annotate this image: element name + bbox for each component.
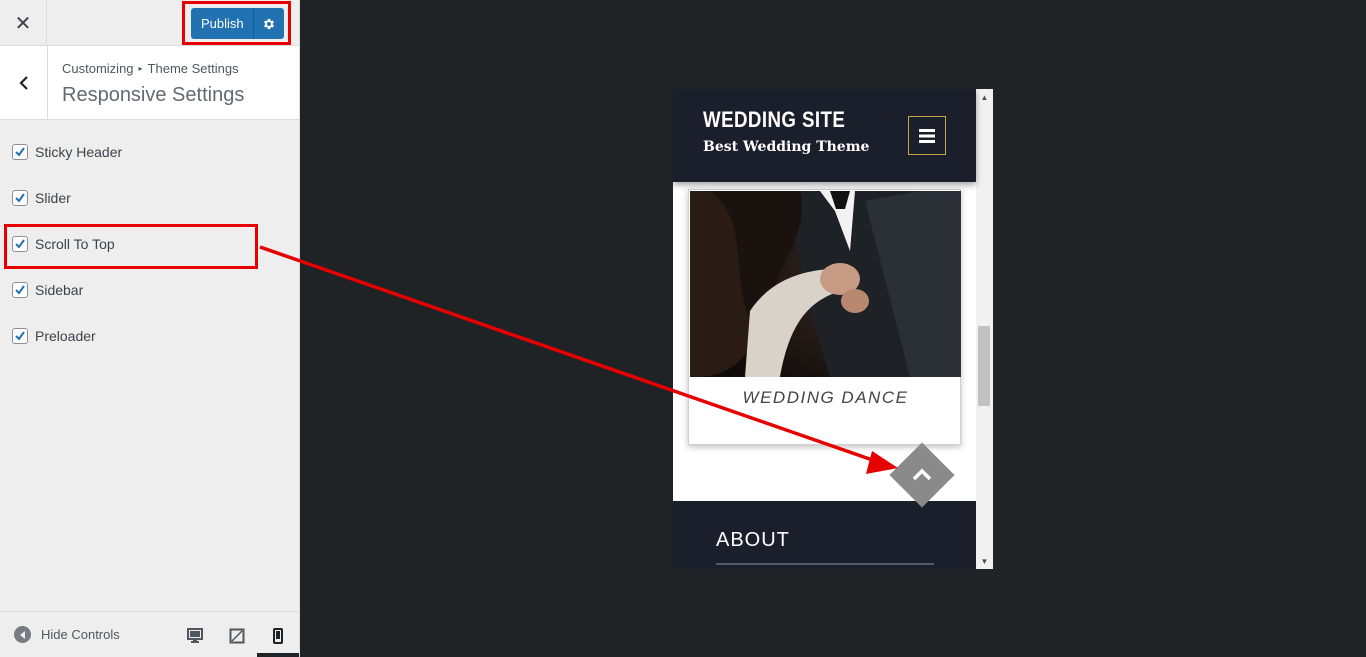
customizer-footer: Hide Controls [0, 611, 299, 657]
site-tagline: Best Wedding Theme [703, 139, 870, 155]
hide-controls-button[interactable]: Hide Controls [14, 626, 120, 643]
customizer-header: ✕ Publish [0, 0, 299, 46]
breadcrumb: Customizing ▸ Theme Settings [62, 61, 239, 76]
option-sticky-header[interactable]: Sticky Header [12, 142, 122, 162]
mobile-icon[interactable] [268, 626, 288, 646]
about-underline [716, 563, 934, 565]
menu-button[interactable] [908, 116, 946, 155]
close-button[interactable]: ✕ [0, 0, 47, 46]
option-preloader[interactable]: Preloader [12, 326, 96, 346]
breadcrumb-arrow-icon: ▸ [138, 64, 143, 73]
section-title: Responsive Settings [62, 84, 245, 106]
collapse-icon [14, 626, 31, 643]
checkbox-slider[interactable] [12, 190, 28, 206]
close-icon: ✕ [14, 12, 32, 35]
gallery-card[interactable]: WEDDING DANCE [688, 189, 961, 445]
option-label: Preloader [35, 328, 96, 344]
scroll-to-top-button[interactable] [889, 442, 955, 508]
option-sidebar[interactable]: Sidebar [12, 280, 83, 300]
chevron-left-icon [18, 75, 28, 90]
checkbox-sticky-header[interactable] [12, 144, 28, 160]
scroll-up-arrow-icon[interactable]: ▲ [976, 89, 993, 105]
scrollbar-thumb[interactable] [978, 326, 990, 406]
scroll-to-top-highlight-box [4, 224, 258, 269]
site-preview: WEDDING SITE Best Wedding Theme WEDDING … [673, 89, 993, 569]
breadcrumb-root: Customizing [62, 61, 134, 76]
publish-highlight-box [182, 1, 291, 45]
checkbox-sidebar[interactable] [12, 282, 28, 298]
card-caption: WEDDING DANCE [742, 388, 909, 407]
wedding-dance-photo [690, 191, 961, 377]
option-label: Sidebar [35, 282, 84, 298]
scroll-down-arrow-icon[interactable]: ▼ [976, 553, 993, 569]
hamburger-icon [919, 128, 935, 143]
option-slider[interactable]: Slider [12, 188, 71, 208]
desktop-icon[interactable] [185, 626, 205, 646]
site-header: WEDDING SITE Best Wedding Theme [673, 89, 976, 182]
section-header: Customizing ▸ Theme Settings Responsive Se… [0, 46, 299, 120]
customizer-sidebar: ✕ Publish Customizing ▸ Theme Settings Res… [0, 0, 300, 657]
site-title[interactable]: WEDDING SITE [703, 107, 845, 133]
tablet-icon[interactable] [227, 626, 247, 646]
about-heading: ABOUT [716, 529, 790, 551]
back-button[interactable] [0, 46, 48, 119]
option-label: Sticky Header [35, 144, 123, 160]
checkbox-preloader[interactable] [12, 328, 28, 344]
option-label: Slider [35, 190, 71, 206]
about-section: ABOUT [673, 501, 976, 569]
hide-controls-label: Hide Controls [41, 627, 120, 642]
breadcrumb-child: Theme Settings [147, 61, 239, 76]
active-device-indicator [257, 653, 299, 657]
